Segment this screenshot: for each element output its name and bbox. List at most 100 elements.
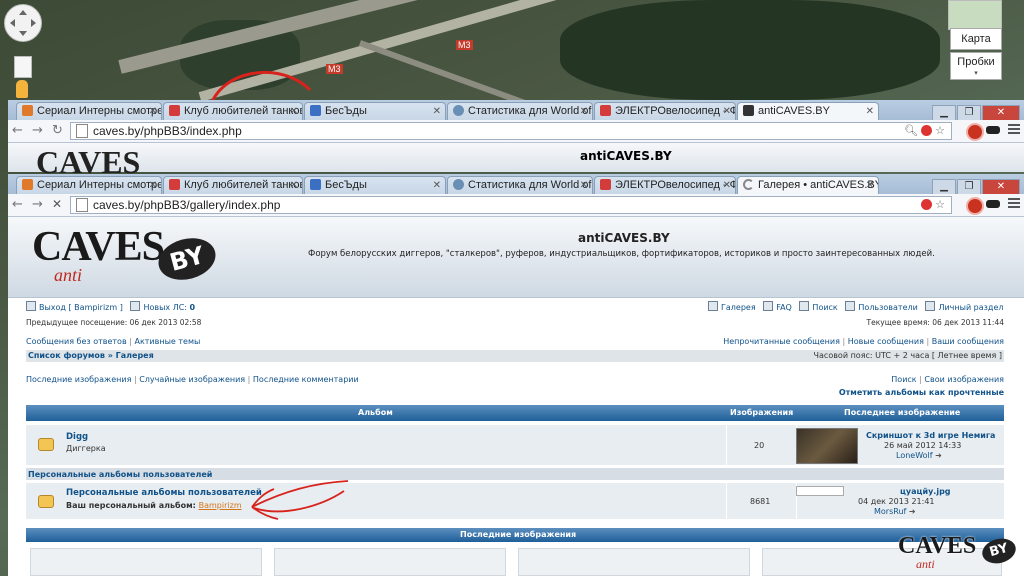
ucp-link[interactable]: Личный раздел: [938, 303, 1003, 312]
search-link[interactable]: Поиск: [812, 303, 837, 312]
unread-posts-link[interactable]: Непрочитанные сообщения: [723, 337, 840, 346]
album-name-link[interactable]: Digg: [66, 432, 88, 442]
menu-icon[interactable]: [1008, 196, 1020, 210]
logout-link[interactable]: Выход [ Bampirizm ]: [39, 303, 123, 312]
recent-image-cell[interactable]: [30, 548, 262, 576]
new-pm-link[interactable]: Новых ЛС: 0: [143, 303, 195, 312]
user-links: Выход [ Bampirizm ] Новых ЛС: 0: [26, 301, 195, 312]
map-pan-control[interactable]: [4, 4, 42, 42]
close-tab-icon[interactable]: ✕: [149, 103, 157, 120]
mask-extension-icon[interactable]: [986, 126, 1000, 134]
address-bar[interactable]: caves.by/phpBB3/gallery/index.php ☆: [70, 196, 952, 214]
album-image-count: 20: [754, 441, 765, 450]
recent-images-link[interactable]: Последние изображения: [26, 375, 131, 384]
last-image-thumbnail[interactable]: [796, 486, 844, 496]
front-tab-strip: Сериал Интерны смотре ✕ Клуб любителей та…: [8, 174, 1024, 195]
opera-extension-icon[interactable]: [966, 197, 984, 215]
random-images-link[interactable]: Случайные изображения: [139, 375, 245, 384]
back-tab[interactable]: Клуб любителей танков ✕: [163, 102, 303, 121]
close-window-icon[interactable]: ✕: [982, 105, 1020, 121]
close-tab-icon[interactable]: ✕: [433, 177, 441, 194]
front-tab[interactable]: Сериал Интерны смотре ✕: [16, 176, 162, 195]
street-view-pegman-icon[interactable]: [16, 80, 28, 98]
last-image-thumbnail[interactable]: [796, 428, 858, 464]
opera-extension-icon[interactable]: [966, 123, 984, 141]
close-tab-icon[interactable]: ✕: [723, 177, 731, 194]
menu-icon[interactable]: [1008, 122, 1020, 136]
traffic-label: Пробки: [957, 56, 995, 68]
bookmark-star-icon[interactable]: ☆: [935, 199, 945, 211]
timezone: Часовой пояс: UTC + 2 часа [ Летнее врем…: [813, 351, 1002, 360]
map-forest: [560, 0, 940, 100]
last-image-title[interactable]: Скриншот к 3d игре Немига: [866, 431, 995, 440]
recent-comments-link[interactable]: Последние комментарии: [253, 375, 359, 384]
front-browser-window[interactable]: Сериал Интерны смотре ✕ Клуб любителей та…: [8, 174, 1024, 576]
forward-icon[interactable]: →: [32, 123, 43, 138]
close-tab-icon[interactable]: ✕: [290, 177, 298, 194]
view-latest-icon[interactable]: ➜: [909, 507, 916, 516]
zoom-control[interactable]: [14, 56, 32, 78]
tab-label: БесЪды: [325, 179, 367, 191]
members-link[interactable]: Пользователи: [858, 303, 917, 312]
recent-image-cell[interactable]: [274, 548, 506, 576]
pm-icon: [130, 301, 141, 311]
breadcrumb[interactable]: Список форумов » Галерея: [28, 351, 154, 360]
active-topics-link[interactable]: Активные темы: [134, 337, 200, 346]
tab-favicon-icon: [22, 179, 33, 190]
mask-extension-icon[interactable]: [986, 200, 1000, 208]
adblock-icon[interactable]: [921, 199, 933, 210]
pan-arrows-icon: [10, 10, 36, 36]
faq-link[interactable]: FAQ: [776, 303, 792, 312]
close-tab-icon[interactable]: ✕: [149, 177, 157, 194]
traffic-button[interactable]: Пробки ▾: [950, 52, 1002, 80]
minimize-icon[interactable]: ▁: [932, 179, 956, 195]
front-tab[interactable]: ЭЛЕКТРОвелосипед - Фо ✕: [594, 176, 736, 195]
gallery-link[interactable]: Галерея: [721, 303, 756, 312]
stop-icon[interactable]: ✕: [52, 197, 62, 211]
your-posts-link[interactable]: Ваши сообщения: [932, 337, 1004, 346]
back-tab[interactable]: Сериал Интерны смотре ✕: [16, 102, 162, 121]
own-images-link[interactable]: Свои изображения: [924, 375, 1004, 384]
close-window-icon[interactable]: ✕: [982, 179, 1020, 195]
unanswered-link[interactable]: Сообщения без ответов: [26, 337, 127, 346]
personal-last-title[interactable]: цуацйу.jpg: [900, 487, 951, 496]
maximize-icon[interactable]: ❐: [957, 105, 981, 121]
personal-last-user[interactable]: MorsRuf: [874, 507, 906, 516]
close-tab-icon[interactable]: ✕: [866, 103, 874, 120]
site-logo[interactable]: CAVES BY anti: [32, 225, 222, 291]
front-tab[interactable]: Клуб любителей танков ✕: [163, 176, 303, 195]
close-tab-icon[interactable]: ✕: [580, 103, 588, 120]
forward-icon[interactable]: →: [32, 197, 43, 212]
tab-favicon-icon: [22, 105, 33, 116]
front-tab[interactable]: БесЪды ✕: [304, 176, 446, 195]
close-tab-icon[interactable]: ✕: [433, 103, 441, 120]
recent-image-cell[interactable]: [518, 548, 750, 576]
back-tab[interactable]: ЭЛЕКТРОвелосипед - Фо ✕: [594, 102, 736, 121]
minimize-icon[interactable]: ▁: [932, 105, 956, 121]
map-view-button[interactable]: Карта: [950, 28, 1002, 50]
close-tab-icon[interactable]: ✕: [723, 103, 731, 120]
back-icon[interactable]: ←: [12, 123, 23, 138]
back-icon[interactable]: ←: [12, 197, 23, 212]
close-tab-icon[interactable]: ✕: [580, 177, 588, 194]
back-browser-window[interactable]: Сериал Интерны смотре ✕ Клуб любителей та…: [8, 100, 1024, 178]
back-tab[interactable]: БесЪды ✕: [304, 102, 446, 121]
close-tab-icon[interactable]: ✕: [866, 177, 874, 194]
gallery-search-link[interactable]: Поиск: [891, 375, 916, 384]
zoom-icon[interactable]: 🔍︎: [904, 125, 918, 137]
last-image-user[interactable]: LoneWolf: [896, 451, 933, 460]
back-tab[interactable]: Статистика для World of ✕: [447, 102, 593, 121]
back-tab-active[interactable]: antiCAVES.BY ✕: [737, 102, 879, 121]
close-tab-icon[interactable]: ✕: [290, 103, 298, 120]
front-tab[interactable]: Статистика для World of ✕: [447, 176, 593, 195]
new-posts-link[interactable]: Новые сообщения: [848, 337, 924, 346]
adblock-icon[interactable]: [921, 125, 933, 136]
address-bar[interactable]: caves.by/phpBB3/index.php 🔍︎ ☆: [70, 122, 952, 140]
reload-icon[interactable]: ↻: [52, 123, 63, 138]
mark-read-link[interactable]: Отметить альбомы как прочтенные: [839, 388, 1004, 397]
front-tab-active[interactable]: Галерея • antiCAVES.BY ✕: [737, 176, 879, 195]
view-latest-icon[interactable]: ➜: [935, 451, 942, 460]
restore-icon[interactable]: ❐: [957, 179, 981, 195]
satellite-thumbnail[interactable]: [948, 0, 1002, 30]
bookmark-star-icon[interactable]: ☆: [935, 125, 945, 137]
